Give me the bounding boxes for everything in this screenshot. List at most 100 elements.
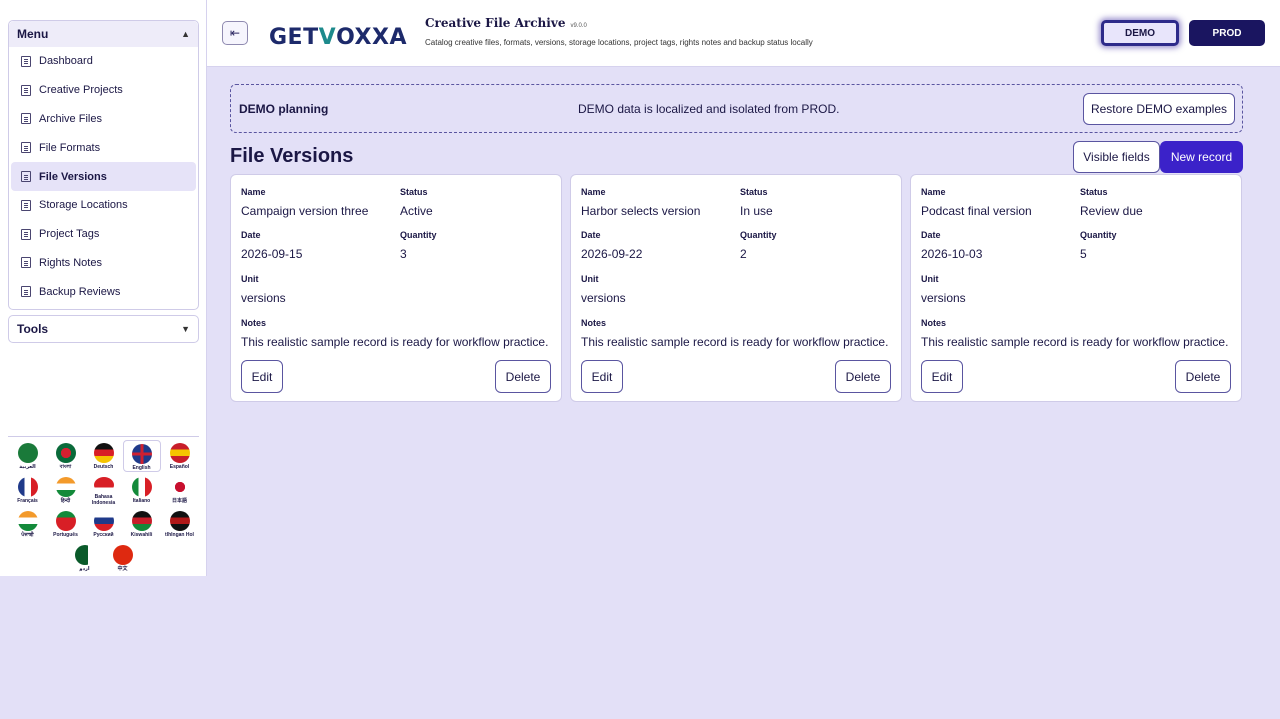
sidebar-item-label: Rights Notes bbox=[39, 256, 102, 269]
divider bbox=[8, 436, 199, 437]
name-label: Name bbox=[921, 187, 946, 197]
record-unit: versions bbox=[581, 291, 626, 305]
sidebar-item-label: File Versions bbox=[39, 170, 107, 183]
language-option-de[interactable]: Deutsch bbox=[85, 440, 123, 472]
date-label: Date bbox=[581, 230, 601, 240]
flag-it-icon bbox=[131, 477, 152, 497]
record-cards: Name Campaign version three Status Active Da… bbox=[230, 174, 1243, 402]
app-title: Creative File Archive bbox=[425, 16, 566, 30]
edit-button[interactable]: Edit bbox=[241, 360, 283, 393]
document-icon bbox=[21, 113, 31, 125]
sidebar-item-label: Creative Projects bbox=[39, 84, 123, 97]
notes-label: Notes bbox=[241, 318, 267, 328]
language-option-fr[interactable]: Français bbox=[9, 474, 47, 506]
language-option-bd[interactable]: বাংলা bbox=[47, 440, 85, 472]
visible-fields-button[interactable]: Visible fields bbox=[1073, 141, 1160, 173]
edit-button[interactable]: Edit bbox=[581, 360, 623, 393]
flag-jp-icon bbox=[169, 477, 190, 497]
menu-header[interactable]: Menu ▲ bbox=[9, 21, 198, 47]
status-label: Status bbox=[1080, 187, 1108, 197]
record-quantity: 3 bbox=[400, 247, 407, 261]
language-option-pk[interactable]: اردو bbox=[66, 542, 104, 574]
language-option-es[interactable]: Español bbox=[161, 440, 199, 472]
document-icon bbox=[21, 257, 31, 269]
language-label: اردو bbox=[79, 566, 90, 572]
delete-button[interactable]: Delete bbox=[495, 360, 551, 393]
sidebar-item-storage-locations[interactable]: Storage Locations bbox=[11, 191, 196, 220]
flag-id-icon bbox=[93, 477, 114, 493]
sidebar-item-label: File Formats bbox=[39, 141, 101, 154]
language-option-pt[interactable]: Português bbox=[47, 508, 85, 540]
flag-in2-icon bbox=[17, 511, 38, 531]
language-label: English bbox=[132, 465, 151, 471]
chevron-down-icon[interactable]: ▼ bbox=[181, 324, 190, 334]
document-icon bbox=[21, 199, 31, 211]
language-option-ke[interactable]: Kiswahili bbox=[123, 508, 161, 540]
page-title: File Versions bbox=[230, 145, 354, 167]
status-label: Status bbox=[740, 187, 768, 197]
language-option-in2[interactable]: ਪੰਜਾਬੀ bbox=[9, 508, 47, 540]
sidebar-item-backup-reviews[interactable]: Backup Reviews bbox=[11, 277, 196, 306]
record-date: 2026-09-22 bbox=[581, 247, 643, 261]
sidebar-item-project-tags[interactable]: Project Tags bbox=[11, 220, 196, 249]
demo-button[interactable]: DEMO bbox=[1101, 20, 1179, 46]
sidebar-item-rights-notes[interactable]: Rights Notes bbox=[11, 249, 196, 278]
language-option-gb[interactable]: English bbox=[122, 440, 161, 472]
language-option-id[interactable]: Bahasa Indonesia bbox=[85, 474, 123, 506]
record-notes: This realistic sample record is ready fo… bbox=[241, 335, 549, 349]
flag-es-icon bbox=[169, 443, 190, 463]
sidebar-item-label: Dashboard bbox=[39, 55, 93, 68]
tools-header[interactable]: Tools ▼ bbox=[9, 316, 198, 342]
language-label: Italiano bbox=[132, 498, 151, 504]
banner-title: DEMO planning bbox=[239, 101, 329, 116]
language-option-cn[interactable]: 中文 bbox=[104, 542, 142, 574]
flag-cn-icon bbox=[112, 545, 133, 565]
flag-in-icon bbox=[55, 477, 76, 497]
sidebar-item-creative-projects[interactable]: Creative Projects bbox=[11, 76, 196, 105]
name-label: Name bbox=[581, 187, 606, 197]
document-icon bbox=[21, 84, 31, 96]
logo-text-post: OXXA bbox=[336, 24, 407, 50]
language-label: العربية bbox=[19, 464, 36, 470]
language-option-in[interactable]: हिन्दी bbox=[47, 474, 85, 506]
collapse-icon: ⇤ bbox=[229, 26, 241, 40]
language-option-ru[interactable]: Русский bbox=[85, 508, 123, 540]
language-label: Kiswahili bbox=[130, 532, 153, 538]
logo-text-v: V bbox=[318, 24, 337, 50]
language-option-sa[interactable]: العربية bbox=[9, 440, 47, 472]
banner-message: DEMO data is localized and isolated from… bbox=[578, 101, 840, 116]
delete-button[interactable]: Delete bbox=[835, 360, 891, 393]
language-option-it[interactable]: Italiano bbox=[123, 474, 161, 506]
chevron-up-icon[interactable]: ▲ bbox=[181, 29, 190, 39]
language-picker: العربية বাংলা Deutsch English Español Françai… bbox=[8, 440, 199, 576]
collapse-sidebar-button[interactable]: ⇤ bbox=[222, 21, 248, 45]
record-status: Review due bbox=[1080, 204, 1143, 218]
tools-panel: Tools ▼ bbox=[8, 315, 199, 343]
flag-de-icon bbox=[93, 443, 114, 463]
language-label: Português bbox=[53, 532, 78, 538]
flag-fr-icon bbox=[17, 477, 38, 497]
logo-text-pre: GET bbox=[269, 24, 319, 50]
language-option-kl[interactable]: tlhIngan Hol bbox=[161, 508, 199, 540]
sidebar-item-file-formats[interactable]: File Formats bbox=[11, 133, 196, 162]
document-icon bbox=[21, 171, 31, 183]
delete-button[interactable]: Delete bbox=[1175, 360, 1231, 393]
menu-panel: Menu ▲ Dashboard Creative Projects Archive… bbox=[8, 20, 199, 310]
language-label: বাংলা bbox=[59, 464, 72, 470]
record-name: Campaign version three bbox=[241, 204, 369, 218]
record-card: Name Harbor selects version Status In use Da… bbox=[570, 174, 902, 402]
language-label: हिन्दी bbox=[60, 498, 71, 504]
record-date: 2026-10-03 bbox=[921, 247, 983, 261]
notes-label: Notes bbox=[921, 318, 947, 328]
sidebar-item-dashboard[interactable]: Dashboard bbox=[11, 47, 196, 76]
restore-demo-button[interactable]: Restore DEMO examples bbox=[1083, 93, 1235, 125]
sidebar-item-file-versions[interactable]: File Versions bbox=[11, 162, 196, 191]
language-option-jp[interactable]: 日本語 bbox=[161, 474, 199, 506]
edit-button[interactable]: Edit bbox=[921, 360, 963, 393]
date-label: Date bbox=[921, 230, 941, 240]
sidebar-item-archive-files[interactable]: Archive Files bbox=[11, 105, 196, 134]
name-label: Name bbox=[241, 187, 266, 197]
flag-gb-icon bbox=[131, 444, 152, 464]
prod-button[interactable]: PROD bbox=[1189, 20, 1265, 46]
new-record-button[interactable]: New record bbox=[1160, 141, 1243, 173]
